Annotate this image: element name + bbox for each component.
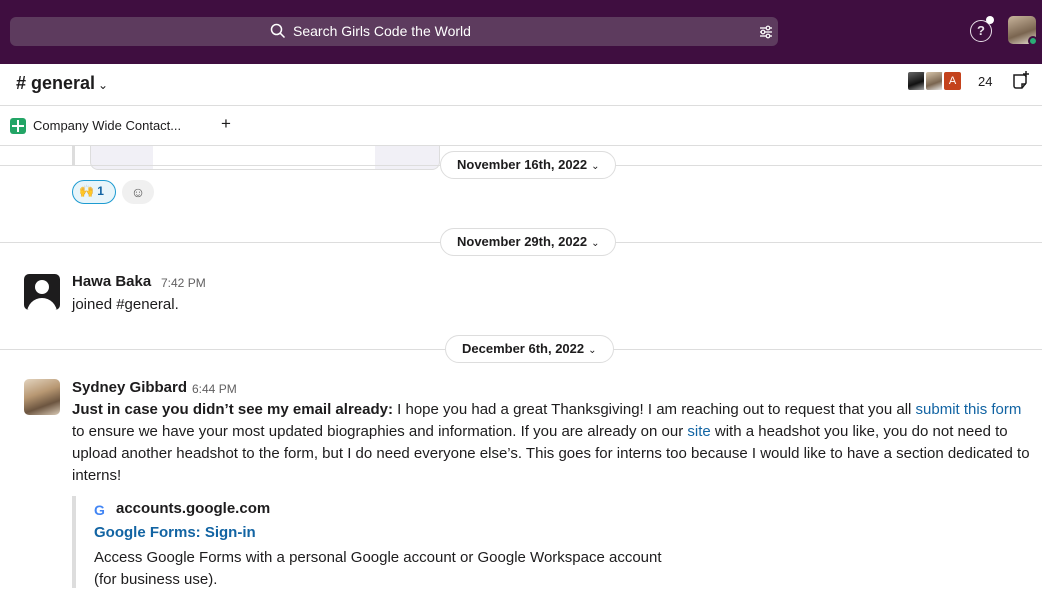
link-preview-description: Access Google Forms with a personal Goog… xyxy=(94,547,714,591)
submit-form-link[interactable]: submit this form xyxy=(916,401,1022,418)
message-timestamp[interactable]: 6:44 PM xyxy=(192,382,237,396)
search-bar[interactable]: Search Girls Code the World xyxy=(10,17,778,46)
chevron-down-icon: ⌄ xyxy=(98,78,109,92)
attachment-border xyxy=(72,146,75,166)
google-sheets-icon xyxy=(10,118,26,134)
message-timestamp[interactable]: 7:42 PM xyxy=(161,276,206,290)
member-avatars[interactable]: A xyxy=(906,70,963,92)
date-label: November 16th, 2022 xyxy=(457,157,588,172)
notification-dot xyxy=(986,16,994,24)
date-pill-dec-6[interactable]: December 6th, 2022 ⌄ xyxy=(445,335,614,363)
chevron-down-icon: ⌄ xyxy=(591,238,600,249)
link-preview-description-line: (for business use). xyxy=(94,571,218,588)
form-preview-inner xyxy=(153,146,375,169)
filter-icon[interactable] xyxy=(758,24,774,40)
bookmark-company-wide-contact[interactable]: Company Wide Contact... xyxy=(33,118,181,133)
link-preview-title[interactable]: Google Forms: Sign-in xyxy=(94,524,256,541)
member-count[interactable]: 24 xyxy=(978,74,992,89)
channel-title[interactable]: # general ⌄ xyxy=(16,73,108,94)
reaction-raised-hands[interactable]: 🙌 1 xyxy=(72,180,116,204)
search-icon xyxy=(270,23,286,39)
search-input[interactable]: Search Girls Code the World xyxy=(293,23,471,39)
canvas-icon[interactable] xyxy=(1010,70,1032,92)
form-preview-image[interactable] xyxy=(90,146,440,170)
channel-name: # general xyxy=(16,73,96,93)
message-text: Just in case you didn’t see my email alr… xyxy=(72,399,1032,487)
link-preview: G accounts.google.com Google Forms: Sign… xyxy=(72,496,772,588)
link-preview-description-line: Access Google Forms with a personal Goog… xyxy=(94,549,662,566)
bookmarks-bar: Company Wide Contact... + xyxy=(0,106,1042,146)
avatar: A xyxy=(942,70,963,92)
date-label: November 29th, 2022 xyxy=(457,234,588,249)
chevron-down-icon: ⌄ xyxy=(591,161,600,172)
date-pill-nov-29[interactable]: November 29th, 2022 ⌄ xyxy=(440,228,617,256)
top-bar: Search Girls Code the World ? xyxy=(0,0,1042,64)
avatar[interactable] xyxy=(24,274,60,310)
message-text-part: to ensure we have your most updated biog… xyxy=(72,423,688,440)
channel-header: # general ⌄ A 24 xyxy=(0,64,1042,106)
message-text-part: I hope you had a great Thanksgiving! I a… xyxy=(392,401,916,418)
message-author[interactable]: Sydney Gibbard xyxy=(72,379,187,396)
date-pill-nov-16[interactable]: November 16th, 2022 ⌄ xyxy=(440,151,617,179)
message-text: joined #general. xyxy=(72,296,179,313)
message-bold-lead: Just in case you didn’t see my email alr… xyxy=(72,401,393,418)
link-preview-site: accounts.google.com xyxy=(116,500,271,517)
chevron-down-icon: ⌄ xyxy=(588,345,597,356)
raised-hands-emoji-icon: 🙌 xyxy=(79,184,94,198)
add-reaction-icon[interactable]: ☺ xyxy=(122,180,154,204)
message-author[interactable]: Hawa Baka xyxy=(72,273,151,290)
online-status-icon xyxy=(1028,36,1038,46)
add-bookmark-button[interactable]: + xyxy=(221,114,231,134)
google-icon: G xyxy=(94,502,105,518)
site-link[interactable]: site xyxy=(687,423,710,440)
reaction-count: 1 xyxy=(97,184,104,198)
date-label: December 6th, 2022 xyxy=(462,341,585,356)
avatar[interactable] xyxy=(24,379,60,415)
